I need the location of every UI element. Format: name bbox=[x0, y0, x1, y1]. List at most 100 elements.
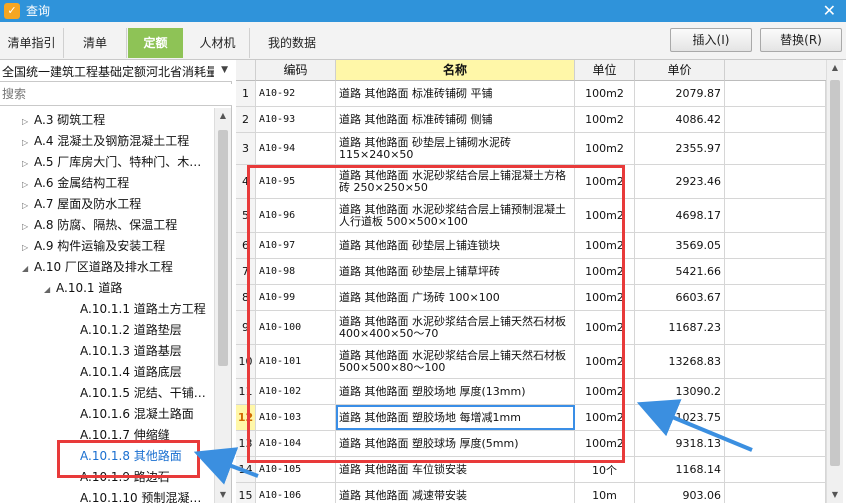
row-index: 13 bbox=[236, 431, 256, 456]
table-row[interactable]: 1 A10-92 道路 其他路面 标准砖铺砌 平铺 100m2 2079.87 bbox=[236, 81, 826, 107]
tree-node-label: A.10.1.10 预制混凝… bbox=[80, 491, 202, 503]
expand-triangle-icon[interactable]: ▷ bbox=[22, 154, 34, 174]
tree-node[interactable]: ◢ A.10 厂区道路及排水工程 bbox=[22, 257, 173, 277]
row-index: 14 bbox=[236, 457, 256, 482]
table-row[interactable]: 6 A10-97 道路 其他路面 砂垫层上铺连锁块 100m2 3569.05 bbox=[236, 233, 826, 259]
tree-leaf[interactable]: A.10.1.2 道路垫层 bbox=[80, 320, 182, 340]
collapse-triangle-icon[interactable]: ◢ bbox=[44, 280, 56, 300]
expand-triangle-icon[interactable]: ▷ bbox=[22, 112, 34, 132]
row-index: 2 bbox=[236, 107, 256, 132]
scroll-up-icon[interactable]: ▲ bbox=[827, 60, 843, 76]
empty-cell bbox=[725, 199, 826, 232]
code-cell: A10-104 bbox=[256, 431, 336, 456]
table-row[interactable]: 7 A10-98 道路 其他路面 砂垫层上铺草坪砖 100m2 5421.66 bbox=[236, 259, 826, 285]
tree-scrollbar[interactable]: ▲ ▼ bbox=[214, 108, 231, 503]
tree-node[interactable]: ▷ A.9 构件运输及安装工程 bbox=[22, 236, 165, 256]
tree-node[interactable]: ▷ A.7 屋面及防水工程 bbox=[22, 194, 141, 214]
scroll-down-icon[interactable]: ▼ bbox=[827, 487, 843, 503]
tab-bill-guide[interactable]: 清单指引 bbox=[0, 28, 64, 58]
tree-node-label: A.5 厂库房大门、特种门、木… bbox=[34, 155, 202, 169]
tree-leaf[interactable]: A.10.1.4 道路底层 bbox=[80, 362, 182, 382]
name-cell: 道路 其他路面 减速带安装 bbox=[336, 483, 575, 503]
expand-triangle-icon[interactable]: ▷ bbox=[22, 175, 34, 195]
scroll-down-icon[interactable]: ▼ bbox=[215, 487, 231, 503]
row-index: 4 bbox=[236, 165, 256, 198]
tree-node-label: A.6 金属结构工程 bbox=[34, 176, 130, 190]
tree-node-label: A.10.1.4 道路底层 bbox=[80, 365, 182, 379]
name-cell: 道路 其他路面 塑胶场地 每增减1mm bbox=[336, 405, 575, 430]
tab-labor-material-machine[interactable]: 人材机 bbox=[186, 28, 250, 58]
title-bar: ✓ 查询 ✕ bbox=[0, 0, 846, 22]
tree-node[interactable]: ◢ A.10.1 道路 bbox=[44, 278, 122, 298]
table-row[interactable]: 2 A10-93 道路 其他路面 标准砖铺砌 侧铺 100m2 4086.42 bbox=[236, 107, 826, 133]
tree-leaf[interactable]: A.10.1.3 道路基层 bbox=[80, 341, 182, 361]
price-cell: 3569.05 bbox=[635, 233, 725, 258]
column-header-name[interactable]: 名称 bbox=[336, 60, 575, 81]
tree-node-label: A.10.1 道路 bbox=[56, 281, 123, 295]
tree-node[interactable]: ▷ A.4 混凝土及钢筋混凝土工程 bbox=[22, 131, 189, 151]
name-cell: 道路 其他路面 塑胶场地 厚度(13mm) bbox=[336, 379, 575, 404]
empty-cell bbox=[725, 457, 826, 482]
tree-leaf[interactable]: A.10.1.10 预制混凝… bbox=[80, 488, 201, 503]
scroll-thumb[interactable] bbox=[830, 80, 840, 466]
price-cell: 13268.83 bbox=[635, 345, 725, 378]
table-row[interactable]: 5 A10-96 道路 其他路面 水泥砂浆结合层上铺预制混凝土人行道板 500×50… bbox=[236, 199, 826, 233]
table-row[interactable]: 3 A10-94 道路 其他路面 砂垫层上铺砌水泥砖 115×240×50 100m2… bbox=[236, 133, 826, 165]
scroll-thumb[interactable] bbox=[218, 130, 228, 366]
table-row[interactable]: 15 A10-106 道路 其他路面 减速带安装 10m 903.06 bbox=[236, 483, 826, 503]
table-scrollbar[interactable]: ▲ ▼ bbox=[826, 60, 843, 503]
expand-triangle-icon[interactable]: ▷ bbox=[22, 238, 34, 258]
tree-leaf[interactable]: A.10.1.5 泥结、干铺… bbox=[80, 383, 206, 403]
row-index: 6 bbox=[236, 233, 256, 258]
column-header-price[interactable]: 单价 bbox=[635, 60, 725, 81]
unit-cell: 100m2 bbox=[575, 311, 635, 344]
expand-triangle-icon[interactable]: ▷ bbox=[22, 133, 34, 153]
name-cell: 道路 其他路面 砂垫层上铺草坪砖 bbox=[336, 259, 575, 284]
unit-cell: 100m2 bbox=[575, 199, 635, 232]
collapse-triangle-icon[interactable]: ◢ bbox=[22, 259, 34, 279]
code-cell: A10-102 bbox=[256, 379, 336, 404]
expand-triangle-icon[interactable]: ▷ bbox=[22, 196, 34, 216]
tree-leaf[interactable]: A.10.1.9 路边石 bbox=[80, 467, 170, 487]
table-row[interactable]: 11 A10-102 道路 其他路面 塑胶场地 厚度(13mm) 100m2 13090… bbox=[236, 379, 826, 405]
close-icon[interactable]: ✕ bbox=[823, 1, 836, 21]
tree-leaf[interactable]: A.10.1.1 道路土方工程 bbox=[80, 299, 206, 319]
empty-cell bbox=[725, 345, 826, 378]
price-cell: 2355.97 bbox=[635, 133, 725, 164]
tree-node[interactable]: ▷ A.5 厂库房大门、特种门、木… bbox=[22, 152, 201, 172]
tree-node[interactable]: ▷ A.6 金属结构工程 bbox=[22, 173, 129, 193]
code-cell: A10-92 bbox=[256, 81, 336, 106]
scroll-up-icon[interactable]: ▲ bbox=[215, 108, 231, 124]
table-row[interactable]: 4 A10-95 道路 其他路面 水泥砂浆结合层上铺混凝土方格砖 250×250×5… bbox=[236, 165, 826, 199]
search-input[interactable] bbox=[2, 84, 228, 104]
column-header-unit[interactable]: 单位 bbox=[575, 60, 635, 81]
table-row[interactable]: 14 A10-105 道路 其他路面 车位锁安装 10个 1168.14 bbox=[236, 457, 826, 483]
tree-leaf[interactable]: A.10.1.6 混凝土路面 bbox=[80, 404, 194, 424]
table-row[interactable]: 10 A10-101 道路 其他路面 水泥砂浆结合层上铺天然石材板 500×500×… bbox=[236, 345, 826, 379]
code-cell: A10-100 bbox=[256, 311, 336, 344]
replace-button[interactable]: 替换(R) bbox=[760, 28, 842, 52]
table-row[interactable]: 8 A10-99 道路 其他路面 广场砖 100×100 100m2 6603.67 bbox=[236, 285, 826, 311]
table-row[interactable]: 9 A10-100 道路 其他路面 水泥砂浆结合层上铺天然石材板 400×400×5… bbox=[236, 311, 826, 345]
tree-node[interactable]: ▷ A.3 砌筑工程 bbox=[22, 110, 105, 130]
unit-cell: 100m2 bbox=[575, 259, 635, 284]
quota-library-select[interactable]: 全国统一建筑工程基础定额河北省消耗量 ▼ bbox=[0, 60, 232, 82]
tab-quota[interactable]: 定额 bbox=[128, 28, 183, 58]
empty-cell bbox=[725, 233, 826, 258]
tab-my-data[interactable]: 我的数据 bbox=[252, 28, 332, 58]
empty-cell bbox=[725, 431, 826, 456]
insert-button[interactable]: 插入(I) bbox=[670, 28, 752, 52]
row-index: 11 bbox=[236, 379, 256, 404]
tree-node-label: A.10.1.9 路边石 bbox=[80, 470, 170, 484]
tree-leaf[interactable]: A.10.1.7 伸缩缝 bbox=[80, 425, 170, 445]
row-index: 12 bbox=[236, 405, 256, 430]
expand-triangle-icon[interactable]: ▷ bbox=[22, 217, 34, 237]
tree-leaf-selected[interactable]: A.10.1.8 其他路面 bbox=[80, 446, 182, 466]
tab-bill[interactable]: 清单 bbox=[64, 28, 127, 58]
name-cell: 道路 其他路面 水泥砂浆结合层上铺混凝土方格砖 250×250×50 bbox=[336, 165, 575, 198]
column-header-code[interactable]: 编码 bbox=[256, 60, 336, 81]
table-row[interactable]: 12 A10-103 道路 其他路面 塑胶场地 每增减1mm 100m2 1023.75 bbox=[236, 405, 826, 431]
tree-node[interactable]: ▷ A.8 防腐、隔热、保温工程 bbox=[22, 215, 177, 235]
price-cell: 6603.67 bbox=[635, 285, 725, 310]
table-row[interactable]: 13 A10-104 道路 其他路面 塑胶球场 厚度(5mm) 100m2 9318.1… bbox=[236, 431, 826, 457]
